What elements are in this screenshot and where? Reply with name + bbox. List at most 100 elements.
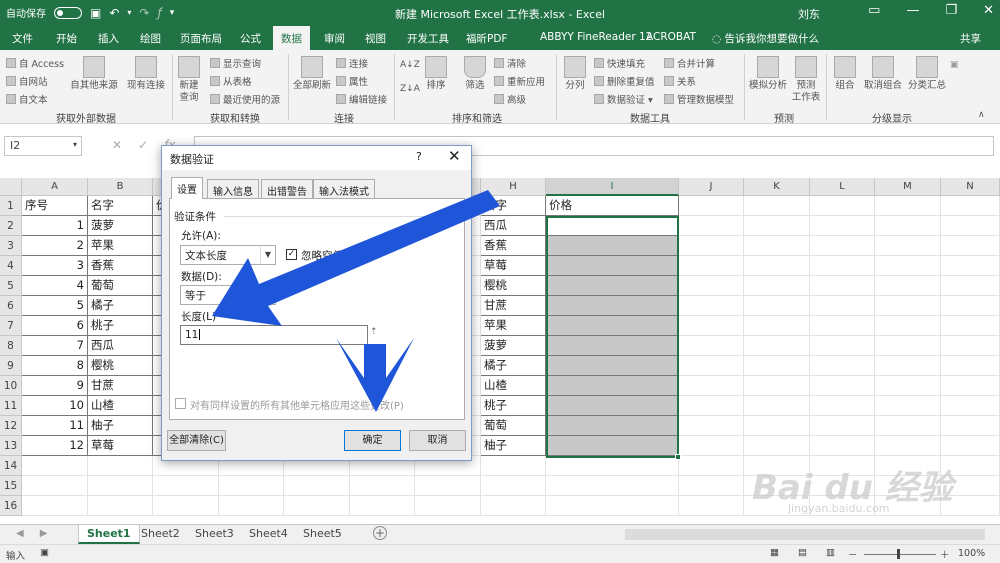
- cell[interactable]: [546, 436, 679, 456]
- clear-button[interactable]: 清除: [494, 56, 526, 70]
- row-header-8[interactable]: 8: [0, 336, 22, 356]
- range-picker-icon[interactable]: ⇡: [370, 327, 378, 337]
- cell[interactable]: [875, 316, 941, 336]
- filter-button[interactable]: 筛选: [462, 56, 488, 92]
- cell[interactable]: [810, 216, 875, 236]
- cell[interactable]: [679, 316, 744, 336]
- cell[interactable]: 苹果: [481, 316, 546, 336]
- zoom-level[interactable]: 100%: [958, 548, 985, 559]
- tab-draw[interactable]: 绘图: [140, 31, 161, 46]
- tell-me-box[interactable]: ◌ 告诉我你想要做什么: [712, 31, 819, 46]
- cell[interactable]: [875, 376, 941, 396]
- row-header-6[interactable]: 6: [0, 296, 22, 316]
- sort-button[interactable]: 排序: [424, 56, 448, 92]
- close-button[interactable]: ✕: [983, 3, 994, 18]
- cell[interactable]: [481, 456, 546, 476]
- cell[interactable]: 山楂: [481, 376, 546, 396]
- cell[interactable]: [679, 496, 744, 516]
- cell[interactable]: [546, 396, 679, 416]
- cell[interactable]: [679, 456, 744, 476]
- length-input[interactable]: 11: [180, 325, 368, 345]
- from-table-button[interactable]: 从表格: [210, 74, 252, 88]
- cell[interactable]: 橘子: [88, 296, 153, 316]
- horizontal-scrollbar[interactable]: [625, 529, 985, 540]
- cell[interactable]: [744, 396, 810, 416]
- new-query-button[interactable]: 新建 查询: [176, 56, 202, 104]
- cell[interactable]: [941, 256, 1000, 276]
- cell[interactable]: [219, 496, 284, 516]
- share-button[interactable]: 共享: [960, 31, 981, 46]
- cell[interactable]: 草莓: [481, 256, 546, 276]
- cell[interactable]: [810, 436, 875, 456]
- cell[interactable]: [744, 236, 810, 256]
- sheet-tab-sheet1[interactable]: Sheet1: [78, 525, 140, 544]
- cell[interactable]: 柚子: [481, 436, 546, 456]
- cell[interactable]: [744, 216, 810, 236]
- zoom-slider[interactable]: [864, 554, 936, 555]
- ungroup-button[interactable]: 取消组合: [862, 56, 904, 92]
- cell[interactable]: 2: [22, 236, 88, 256]
- cell[interactable]: 西瓜: [481, 216, 546, 236]
- restore-button[interactable]: ❐: [945, 3, 957, 18]
- cell[interactable]: 序号: [22, 196, 88, 216]
- cell[interactable]: 3: [22, 256, 88, 276]
- row-header-7[interactable]: 7: [0, 316, 22, 336]
- cell[interactable]: [810, 416, 875, 436]
- cell[interactable]: [875, 356, 941, 376]
- cell[interactable]: [88, 496, 153, 516]
- cell[interactable]: [679, 396, 744, 416]
- sheet-tab-sheet3[interactable]: Sheet3: [195, 525, 234, 544]
- row-header-5[interactable]: 5: [0, 276, 22, 296]
- cell[interactable]: 名字: [88, 196, 153, 216]
- cell[interactable]: 桃子: [88, 316, 153, 336]
- cell[interactable]: [546, 296, 679, 316]
- cell[interactable]: 菠萝: [481, 336, 546, 356]
- tab-data[interactable]: 数据: [273, 26, 310, 50]
- cell[interactable]: [744, 276, 810, 296]
- cell[interactable]: [810, 276, 875, 296]
- clear-all-button[interactable]: 全部清除(C): [167, 430, 226, 451]
- cell[interactable]: 草莓: [88, 436, 153, 456]
- cell[interactable]: 名字: [481, 196, 546, 216]
- cell[interactable]: [941, 416, 1000, 436]
- outline-settings-icon[interactable]: ▣: [950, 60, 959, 70]
- cell[interactable]: [941, 316, 1000, 336]
- cancel-button[interactable]: 取消: [409, 430, 466, 451]
- tab-acrobat[interactable]: ACROBAT: [646, 31, 696, 43]
- dialog-close-button[interactable]: ✕: [448, 147, 461, 165]
- cell[interactable]: 山楂: [88, 396, 153, 416]
- cell[interactable]: [679, 336, 744, 356]
- cell[interactable]: [546, 336, 679, 356]
- cell[interactable]: [875, 256, 941, 276]
- row-header-1[interactable]: 1: [0, 196, 22, 216]
- cell[interactable]: [679, 236, 744, 256]
- cell[interactable]: [810, 336, 875, 356]
- tab-insert[interactable]: 插入: [98, 31, 119, 46]
- what-if-analysis-button[interactable]: 模拟分析: [748, 56, 788, 92]
- cell[interactable]: [546, 216, 679, 236]
- sheet-prev-icon[interactable]: ◀: [16, 528, 24, 539]
- cell[interactable]: 10: [22, 396, 88, 416]
- tab-review[interactable]: 审阅: [324, 31, 345, 46]
- cell[interactable]: [679, 376, 744, 396]
- column-header-a[interactable]: A: [22, 178, 88, 196]
- refresh-all-button[interactable]: 全部刷新: [292, 56, 332, 92]
- cell[interactable]: [810, 296, 875, 316]
- cell[interactable]: [810, 356, 875, 376]
- cell[interactable]: 5: [22, 296, 88, 316]
- cell[interactable]: [744, 356, 810, 376]
- normal-view-icon[interactable]: ▦: [770, 547, 779, 558]
- zoom-slider-thumb[interactable]: [897, 549, 900, 559]
- sheet-tab-sheet2[interactable]: Sheet2: [141, 525, 180, 544]
- cell[interactable]: [153, 496, 219, 516]
- cell[interactable]: 菠萝: [88, 216, 153, 236]
- tab-view[interactable]: 视图: [365, 31, 386, 46]
- row-header-14[interactable]: 14: [0, 456, 22, 476]
- subtotal-button[interactable]: 分类汇总: [906, 56, 948, 92]
- row-header-15[interactable]: 15: [0, 476, 22, 496]
- cell[interactable]: 樱桃: [481, 276, 546, 296]
- cell[interactable]: 橘子: [481, 356, 546, 376]
- cell[interactable]: [22, 476, 88, 496]
- zoom-out-button[interactable]: －: [848, 547, 858, 561]
- user-name[interactable]: 刘东: [798, 6, 820, 22]
